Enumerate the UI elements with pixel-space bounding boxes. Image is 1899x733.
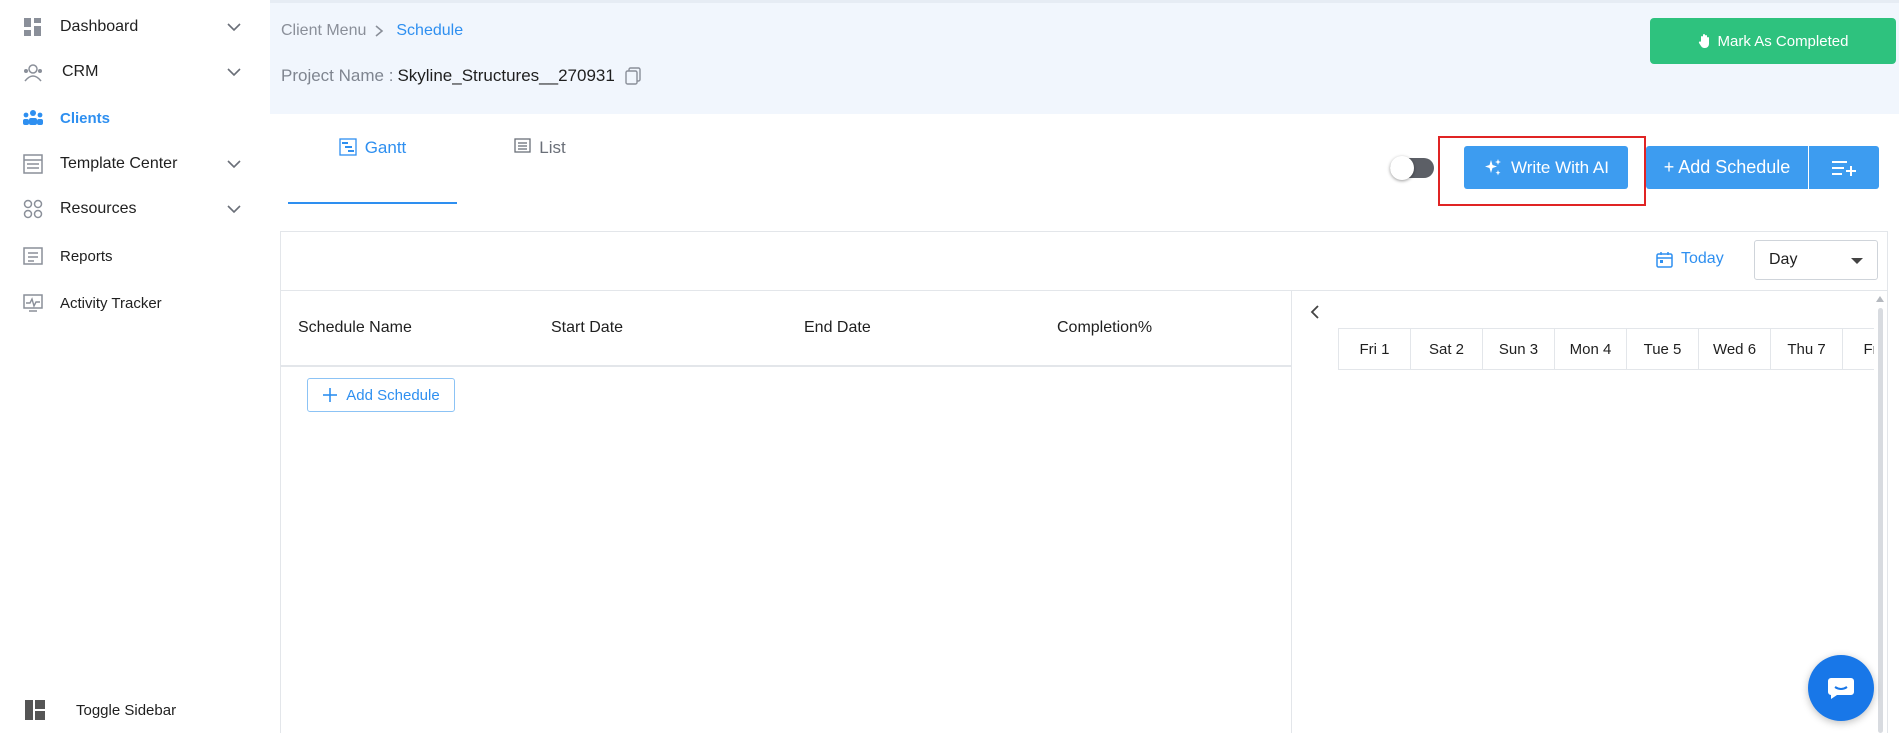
layout-icon [24, 699, 46, 721]
view-toggle-switch[interactable] [1390, 156, 1434, 180]
scrollbar-track [1878, 308, 1883, 733]
timeline-day: Sat 2 [1410, 328, 1482, 370]
write-with-ai-label: Write With AI [1511, 157, 1609, 177]
sidebar-item-label: Activity Tracker [60, 294, 162, 312]
view-scale-select[interactable]: Day [1754, 240, 1878, 280]
sidebar-item-label: Clients [60, 109, 111, 127]
today-button[interactable]: Today [1656, 250, 1724, 268]
add-list-menu-button[interactable] [1809, 146, 1879, 189]
column-header-schedule-name: Schedule Name [298, 319, 412, 336]
dashboard-icon [22, 16, 44, 38]
timeline-day: Tue 5 [1626, 328, 1698, 370]
header-divider [280, 365, 1292, 367]
timeline-day: Thu 7 [1770, 328, 1842, 370]
toggle-knob [1390, 156, 1414, 180]
chevron-right-icon [375, 25, 384, 37]
timeline-day: Fri 1 [1338, 328, 1410, 370]
calendar-icon [1656, 251, 1673, 268]
sidebar-item-label: Resources [60, 200, 137, 217]
add-schedule-row-label: Add Schedule [346, 386, 440, 404]
chevron-down-icon [1851, 258, 1863, 264]
clients-icon [22, 107, 44, 129]
project-name-label: Project Name : [281, 66, 394, 85]
activity-icon [22, 292, 44, 314]
write-with-ai-button[interactable]: Write With AI [1464, 146, 1628, 189]
mark-as-completed-label: Mark As Completed [1717, 32, 1849, 50]
toggle-sidebar-button[interactable]: Toggle Sidebar [0, 690, 270, 730]
reports-icon [22, 245, 44, 267]
tab-gantt[interactable]: Gantt [288, 138, 457, 204]
chevron-down-icon [227, 23, 241, 32]
column-header-start-date: Start Date [551, 319, 624, 336]
sidebar: Dashboard CRM Clients Template Center Re… [0, 0, 270, 733]
sidebar-item-reports[interactable]: Reports [0, 236, 270, 276]
vertical-scrollbar[interactable] [1874, 292, 1886, 733]
project-name-line: Project Name : Skyline_Structures__27093… [281, 66, 641, 86]
tab-gantt-label: Gantt [364, 138, 407, 157]
scroll-up-icon [1876, 296, 1884, 302]
sidebar-item-label: Reports [60, 247, 113, 265]
column-header-end-date: End Date [804, 319, 871, 336]
add-schedule-label: + Add Schedule [1663, 157, 1791, 177]
sidebar-item-dashboard[interactable]: Dashboard [0, 7, 270, 47]
sidebar-item-clients[interactable]: Clients [0, 98, 270, 138]
chevron-down-icon [227, 205, 241, 214]
project-name-value: Skyline_Structures__270931 [397, 66, 615, 85]
breadcrumb-client-menu[interactable]: Client Menu [281, 22, 366, 40]
chevron-down-icon [227, 68, 241, 77]
breadcrumb: Client Menu Schedule [281, 22, 463, 40]
plus-icon [323, 388, 338, 402]
sidebar-item-crm[interactable]: CRM [0, 52, 270, 92]
list-add-icon [1832, 160, 1856, 176]
timeline-day: Mon 4 [1554, 328, 1626, 370]
chevron-left-icon[interactable] [1308, 304, 1322, 320]
sparkle-icon [1485, 158, 1502, 175]
tab-list[interactable]: List [490, 138, 590, 204]
chat-icon [1828, 678, 1854, 699]
today-label: Today [1681, 250, 1724, 267]
sidebar-item-label: Template Center [60, 155, 178, 172]
breadcrumb-schedule: Schedule [396, 22, 464, 39]
timeline-day: Fri 8 [1842, 328, 1874, 370]
schedule-table: Schedule Name Start Date End Date Comple… [280, 291, 1292, 733]
add-schedule-row-button[interactable]: Add Schedule [307, 378, 455, 412]
toggle-sidebar-label: Toggle Sidebar [76, 701, 177, 719]
crm-icon [22, 61, 44, 83]
sidebar-item-template-center[interactable]: Template Center [0, 144, 270, 184]
sidebar-item-resources[interactable]: Resources [0, 189, 270, 229]
tab-list-label: List [539, 138, 566, 157]
add-schedule-button[interactable]: + Add Schedule [1646, 146, 1808, 189]
timeline-day: Sun 3 [1482, 328, 1554, 370]
chevron-down-icon [227, 160, 241, 169]
timeline-header: Fri 1 Sat 2 Sun 3 Mon 4 Tue 5 Wed 6 Thu … [1338, 328, 1874, 372]
mark-as-completed-button[interactable]: Mark As Completed [1650, 18, 1896, 64]
chat-support-button[interactable] [1808, 655, 1874, 721]
sidebar-item-activity-tracker[interactable]: Activity Tracker [0, 283, 270, 323]
sidebar-item-label: Dashboard [60, 18, 139, 35]
hand-icon [1698, 34, 1709, 48]
view-scale-value: Day [1769, 251, 1798, 268]
resources-icon [22, 198, 44, 220]
list-icon [514, 138, 531, 153]
gantt-icon [339, 138, 357, 156]
copy-icon[interactable] [625, 67, 641, 85]
column-header-completion: Completion% [1057, 319, 1153, 336]
template-icon [22, 153, 44, 175]
timeline-day: Wed 6 [1698, 328, 1770, 370]
sidebar-item-label: CRM [62, 63, 99, 80]
